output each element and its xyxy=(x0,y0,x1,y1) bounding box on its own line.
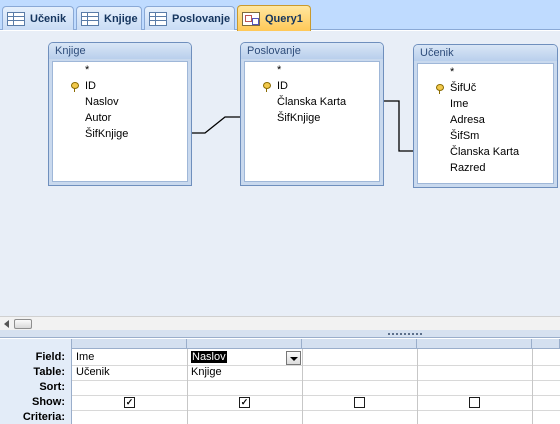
scroll-left-arrow-icon[interactable] xyxy=(4,320,9,328)
table-icon xyxy=(7,11,25,26)
field-razred[interactable]: Razred xyxy=(418,160,485,176)
tab-poslovanje[interactable]: Poslovanje xyxy=(144,6,235,30)
column-selector[interactable] xyxy=(532,339,560,349)
field-id[interactable]: ID xyxy=(53,78,96,94)
field-sifsm[interactable]: ŠifSm xyxy=(418,128,479,144)
field-ime[interactable]: Ime xyxy=(418,96,468,112)
relationship-line-knjige-poslovanje xyxy=(191,116,241,134)
field-list[interactable]: * ID Članska Karta ŠifKnjige xyxy=(244,61,380,182)
row-label-sort: Sort: xyxy=(39,381,65,393)
field-clanska-karta[interactable]: Članska Karta xyxy=(245,94,346,110)
row-label-show: Show: xyxy=(32,396,65,408)
show-checkbox[interactable] xyxy=(354,397,365,408)
column-selector[interactable] xyxy=(302,339,417,349)
field-sifknjige[interactable]: ŠifKnjige xyxy=(53,126,128,142)
splitter-grip-icon[interactable] xyxy=(388,333,424,335)
tab-query1[interactable]: Query1 xyxy=(237,5,311,31)
field-sifuc[interactable]: ŠifUč xyxy=(418,80,476,96)
table-title[interactable]: Knjige xyxy=(49,43,191,59)
show-checkbox[interactable] xyxy=(469,397,480,408)
tab-knjige[interactable]: Knjige xyxy=(76,6,142,30)
grid-row-line xyxy=(72,380,560,381)
horizontal-scrollbar[interactable] xyxy=(0,316,560,330)
column-selector[interactable] xyxy=(187,339,302,349)
document-tab-strip: Učenik Knjige Poslovanje Query1 xyxy=(0,0,560,31)
table-knjige[interactable]: Knjige * ID Naslov Autor ŠifKnjige xyxy=(48,42,192,186)
grid-column-line xyxy=(302,349,303,424)
field-cell[interactable]: Naslov xyxy=(188,350,227,365)
table-cell[interactable]: Knjige xyxy=(188,365,222,380)
pane-splitter[interactable] xyxy=(0,330,560,338)
query-icon xyxy=(242,11,260,26)
field-autor[interactable]: Autor xyxy=(53,110,111,126)
row-label-field: Field: xyxy=(35,351,65,363)
field-dropdown-button[interactable] xyxy=(286,351,301,365)
query-design-grid: Field: Table: Sort: Show: Criteria: Ime … xyxy=(0,339,560,424)
field-cell[interactable]: Ime xyxy=(73,350,94,365)
scrollbar-thumb[interactable] xyxy=(14,319,32,329)
tab-label: Poslovanje xyxy=(172,12,231,25)
grid-row-line xyxy=(72,365,560,366)
table-ucenik[interactable]: Učenik * ŠifUč Ime Adresa ŠifSm Članska … xyxy=(413,44,558,188)
field-adresa[interactable]: Adresa xyxy=(418,112,485,128)
field-all[interactable]: * xyxy=(245,62,281,78)
table-poslovanje[interactable]: Poslovanje * ID Članska Karta ŠifKnjige xyxy=(240,42,384,186)
table-icon xyxy=(149,11,167,26)
field-all[interactable]: * xyxy=(53,62,89,78)
tab-ucenik[interactable]: Učenik xyxy=(2,6,74,30)
table-title[interactable]: Poslovanje xyxy=(241,43,383,59)
grid-column-line xyxy=(532,349,533,424)
selected-field-text[interactable]: Naslov xyxy=(191,351,227,363)
table-title[interactable]: Učenik xyxy=(414,45,557,61)
column-selector[interactable] xyxy=(72,339,187,349)
grid-row-line xyxy=(72,395,560,396)
field-list[interactable]: * ŠifUč Ime Adresa ŠifSm Članska Karta R… xyxy=(417,63,554,184)
tab-label: Knjige xyxy=(104,12,138,25)
tab-label: Učenik xyxy=(30,12,67,25)
table-cell[interactable]: Učenik xyxy=(73,365,110,380)
relationship-line-poslovanje-ucenik xyxy=(383,100,414,152)
grid-row-headers: Field: Table: Sort: Show: Criteria: xyxy=(0,339,72,424)
field-sifknjige[interactable]: ŠifKnjige xyxy=(245,110,320,126)
field-all[interactable]: * xyxy=(418,64,454,80)
field-id[interactable]: ID xyxy=(245,78,288,94)
row-label-table: Table: xyxy=(33,366,65,378)
field-clanska-karta[interactable]: Članska Karta xyxy=(418,144,519,160)
show-checkbox[interactable]: ✓ xyxy=(124,397,135,408)
grid-row-line xyxy=(72,410,560,411)
field-naslov[interactable]: Naslov xyxy=(53,94,119,110)
row-label-criteria: Criteria: xyxy=(22,411,65,423)
field-list[interactable]: * ID Naslov Autor ŠifKnjige xyxy=(52,61,188,182)
column-selector[interactable] xyxy=(417,339,532,349)
query-design-area[interactable]: Knjige * ID Naslov Autor ŠifKnjige Poslo… xyxy=(0,31,560,316)
tab-label: Query1 xyxy=(265,12,303,25)
table-icon xyxy=(81,11,99,26)
grid-column-line xyxy=(417,349,418,424)
show-checkbox[interactable]: ✓ xyxy=(239,397,250,408)
